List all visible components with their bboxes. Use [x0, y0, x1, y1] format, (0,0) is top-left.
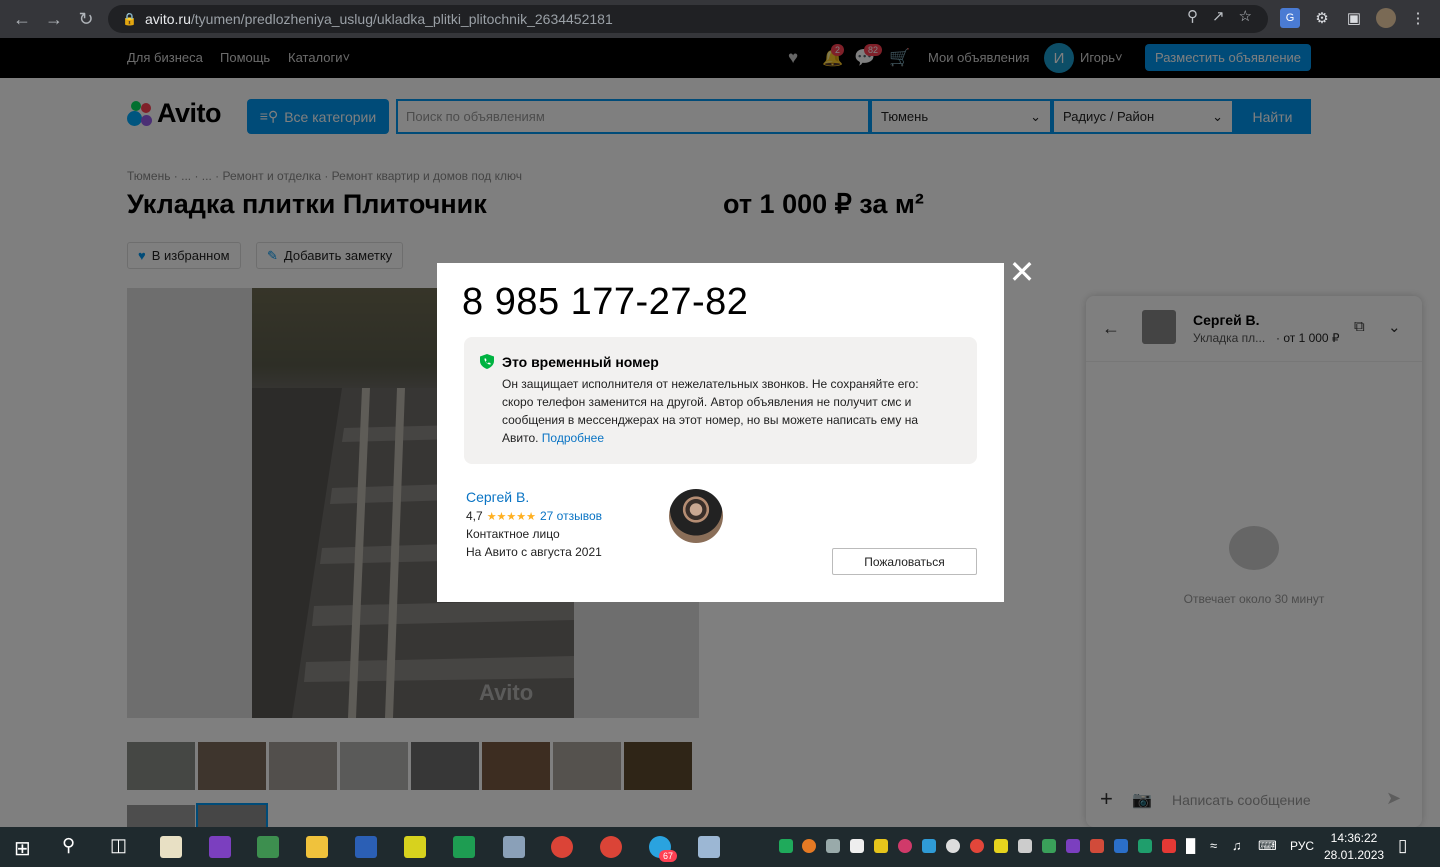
tray-app-icon[interactable] [922, 839, 936, 853]
tray-app-icon[interactable] [994, 839, 1008, 853]
tray-app-icon[interactable] [1018, 839, 1032, 853]
url-path: /tyumen/predlozheniya_uslug/ukladka_plit… [190, 11, 613, 27]
windows-taskbar: ⊞ ⚲ ◫ 67 █ ≈ ♫ ⌨ РУС 14:36:22 28.01.2023… [0, 827, 1440, 867]
lock-icon: 🔒 [122, 12, 137, 26]
notice-title: Это временный номер [502, 354, 659, 370]
tray-app-icon[interactable] [874, 839, 888, 853]
file-explorer-icon[interactable] [306, 836, 328, 858]
tray-app-icon[interactable] [1162, 839, 1176, 853]
tray-app-icon[interactable] [850, 839, 864, 853]
system-clock[interactable]: 14:36:22 28.01.2023 [1324, 830, 1384, 864]
tray-app-icon[interactable] [1138, 839, 1152, 853]
seller-avatar[interactable] [669, 489, 723, 543]
tray-app-icon[interactable] [802, 839, 816, 853]
tray-app-icon[interactable] [946, 839, 960, 853]
menu-dots-icon[interactable]: ⋮ [1408, 8, 1428, 28]
member-since: На Авито с августа 2021 [466, 545, 602, 559]
rating-row: 4,7 ★★★★★ 27 отзывов [466, 509, 602, 523]
shield-phone-icon [480, 354, 494, 369]
forward-arrow-icon[interactable]: → [38, 3, 70, 35]
reviews-link[interactable]: 27 отзывов [540, 509, 602, 523]
windows-start-icon[interactable]: ⊞ [14, 836, 31, 861]
clock-time: 14:36:22 [1330, 831, 1378, 845]
tray-app-icon[interactable] [826, 839, 840, 853]
battery-icon[interactable]: █ [1186, 838, 1195, 853]
input-language[interactable]: РУС [1290, 839, 1314, 853]
keyboard-icon[interactable]: ⌨ [1258, 838, 1277, 854]
app-icon[interactable] [503, 836, 525, 858]
tray-app-icon[interactable] [898, 839, 912, 853]
word-icon[interactable] [355, 836, 377, 858]
browser-toolbar: ← → ↻ 🔒 avito.ru /tyumen/predlozheniya_u… [0, 0, 1440, 38]
close-icon[interactable]: ✕ [1008, 256, 1036, 288]
reload-icon[interactable]: ↻ [70, 3, 102, 35]
notice-text: Он защищает исполнителя от нежелательных… [502, 375, 952, 447]
sticky-notes-icon[interactable] [404, 836, 426, 858]
tray-app-icon[interactable] [1114, 839, 1128, 853]
search-icon[interactable]: ⚲ [62, 835, 75, 856]
tray-app-icon[interactable] [1066, 839, 1080, 853]
share-icon[interactable]: ↗ [1212, 7, 1225, 25]
rating-value: 4,7 [466, 509, 483, 523]
tray-app-icon[interactable] [970, 839, 984, 853]
phone-modal: 8 985 177-27-82 Это временный номер Он з… [437, 263, 1004, 602]
back-arrow-icon[interactable]: ← [6, 3, 38, 35]
side-panel-icon[interactable]: ▣ [1344, 8, 1364, 28]
extensions-puzzle-icon[interactable]: ⚙ [1312, 8, 1332, 28]
tray-app-icon[interactable] [1090, 839, 1104, 853]
task-view-icon[interactable]: ◫ [110, 835, 127, 856]
address-bar[interactable]: 🔒 avito.ru /tyumen/predlozheniya_uslug/u… [108, 5, 1268, 33]
seller-name-link[interactable]: Сергей В. [466, 489, 602, 505]
report-button[interactable]: Пожаловаться [832, 548, 977, 575]
translate-extension-icon[interactable]: G [1280, 8, 1300, 28]
chrome-icon[interactable] [551, 836, 573, 858]
contact-role: Контактное лицо [466, 527, 560, 541]
volume-icon[interactable]: ♫ [1232, 838, 1242, 853]
telegram-badge: 67 [659, 850, 678, 862]
phone-number: 8 985 177-27-82 [462, 281, 749, 323]
notifications-center-icon[interactable]: ▯ [1398, 836, 1407, 856]
bookmark-star-icon[interactable]: ☆ [1239, 7, 1252, 25]
temporary-number-notice: Это временный номер Он защищает исполнит… [464, 337, 977, 464]
calculator-icon[interactable] [698, 836, 720, 858]
notes-app-icon[interactable] [160, 836, 182, 858]
chrome-icon[interactable] [600, 836, 622, 858]
onenote-icon[interactable] [209, 836, 231, 858]
spreadsheet-icon[interactable] [453, 836, 475, 858]
app-icon[interactable] [257, 836, 279, 858]
profile-avatar-icon[interactable] [1376, 8, 1396, 28]
seller-info: Сергей В. 4,7 ★★★★★ 27 отзывов Контактно… [466, 489, 602, 559]
url-host: avito.ru [144, 11, 191, 27]
more-link[interactable]: Подробнее [542, 431, 604, 445]
tray-shield-icon[interactable] [779, 839, 793, 853]
wifi-icon[interactable]: ≈ [1210, 838, 1217, 853]
tray-app-icon[interactable] [1042, 839, 1056, 853]
clock-date: 28.01.2023 [1324, 848, 1385, 862]
zoom-icon[interactable]: ⚲ [1187, 7, 1198, 25]
rating-stars-icon: ★★★★★ [486, 510, 536, 523]
